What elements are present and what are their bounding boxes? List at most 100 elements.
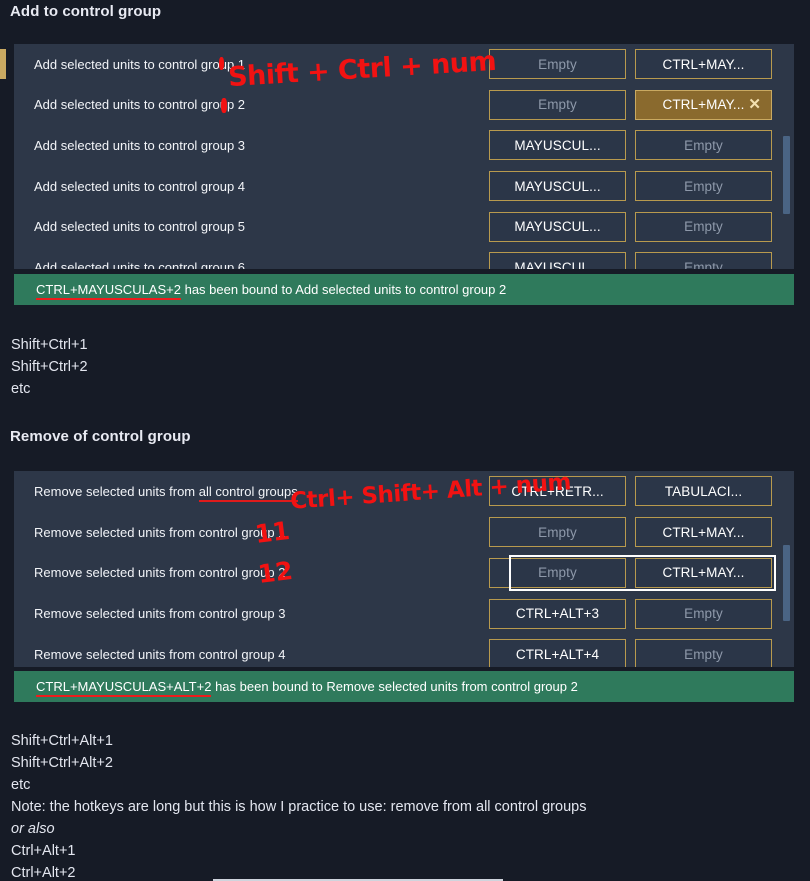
add-control-group-panel[interactable]: Add selected units to control group 1 Emp… [14,44,794,269]
add-row-2-label: Add selected units to control group 3 [34,137,246,153]
add-row-5-binding-button-0[interactable]: MAYUSCUL... [489,252,626,269]
hotkey-button-group: Empty CTRL+MAY... ✕ [489,89,772,120]
remove-row-4-binding-button-0[interactable]: CTRL+ALT+4 [489,639,626,667]
hotkey-row: Add selected units to control group 2 Emp… [14,85,794,126]
add-row-0-label: Add selected units to control group 1 [34,56,246,72]
hotkey-button-group: Empty CTRL+MAY... [489,557,772,588]
add-row-3-binding-button-0[interactable]: MAYUSCUL... [489,171,626,202]
hotkey-button-group: MAYUSCUL... Empty [489,130,772,161]
binding-button-label: CTRL+RETR... [511,483,604,499]
remove-note-line-4: or also [11,821,55,837]
remove-row-0-binding-button-1[interactable]: TABULACI... [635,476,772,507]
remove-panel-scrollbar[interactable] [783,471,790,667]
binding-button-label: Empty [538,97,577,113]
remove-control-group-panel[interactable]: Remove selected units from all control g… [14,471,794,667]
add-row-3-binding-button-1[interactable]: Empty [635,171,772,202]
hotkey-row: Remove selected units from all control g… [14,471,794,512]
binding-button-label: Empty [538,565,577,581]
add-row-1-label: Add selected units to control group 2 [34,97,246,113]
binding-button-label: Empty [684,219,723,235]
add-row-0-binding-button-1[interactable]: CTRL+MAY... [635,49,772,80]
remove-row-1-binding-button-1[interactable]: CTRL+MAY... [635,517,772,548]
binding-button-label: CTRL+ALT+4 [515,646,600,662]
remove-row-0-label: Remove selected units from all control g… [34,483,298,502]
remove-row-3-binding-button-0[interactable]: CTRL+ALT+3 [489,598,626,629]
hotkey-button-group: CTRL+RETR... TABULACI... [489,476,772,507]
binding-button-label: CTRL+ALT+3 [515,606,600,622]
remove-note-line-2: etc [11,777,31,793]
add-note-line-0: Shift+Ctrl+1 [11,337,88,353]
binding-button-label: Empty [684,178,723,194]
add-note-line-2: etc [11,381,31,397]
remove-row-3-binding-button-1[interactable]: Empty [635,598,772,629]
remove-note-line-1: Shift+Ctrl+Alt+2 [11,755,113,771]
binding-button-label: MAYUSCUL... [514,178,601,194]
hotkey-button-group: CTRL+ALT+4 Empty [489,639,772,667]
remove-row-1-label: Remove selected units from control group… [34,524,286,540]
hotkey-button-group: CTRL+ALT+3 Empty [489,598,772,629]
page-title-add: Add to control group [10,3,162,20]
remove-note-line-3: Note: the hotkeys are long but this is h… [11,799,587,815]
hotkey-row: Add selected units to control group 3 MAY… [14,125,794,166]
remove-row-1-binding-button-0[interactable]: Empty [489,517,626,548]
page-title-remove: Remove of control group [10,428,191,445]
add-row-5-binding-button-1[interactable]: Empty [635,252,772,269]
add-row-2-binding-button-0[interactable]: MAYUSCUL... [489,130,626,161]
add-row-2-binding-button-1[interactable]: Empty [635,130,772,161]
add-panel-scroll-thumb[interactable] [783,136,790,214]
binding-button-label: CTRL+MAY... [662,56,745,72]
binding-button-label: Empty [684,646,723,662]
remove-toast-text: CTRL+MAYUSCULAS+ALT+2 has been bound to … [36,679,578,697]
hotkey-row: Remove selected units from control group… [14,593,794,634]
remove-toast-message: has been bound to Remove selected units … [211,679,578,694]
remove-row-2-label: Remove selected units from control group… [34,565,286,581]
remove-row-4-label: Remove selected units from control group… [34,646,286,662]
binding-button-label: CTRL+MAY... [662,565,745,581]
add-row-5-label: Add selected units to control group 6 [34,259,246,269]
hotkey-button-group: Empty CTRL+MAY... [489,517,772,548]
hotkey-button-group: Empty CTRL+MAY... [489,49,772,80]
remove-row-4-binding-button-1[interactable]: Empty [635,639,772,667]
remove-row-2-binding-button-1[interactable]: CTRL+MAY... [635,557,772,588]
binding-button-label: Empty [684,259,723,269]
add-note-line-1: Shift+Ctrl+2 [11,359,88,375]
hotkey-row: Add selected units to control group 1 Emp… [14,44,794,85]
hotkey-button-group: MAYUSCUL... Empty [489,211,772,242]
add-row-3-label: Add selected units to control group 4 [34,178,246,194]
add-toast-text: CTRL+MAYUSCULAS+2 has been bound to Add … [36,282,507,300]
add-row-1-binding-button-0[interactable]: Empty [489,89,626,120]
add-row-4-label: Add selected units to control group 5 [34,219,246,235]
hotkey-row: Add selected units to control group 5 MAY… [14,206,794,247]
binding-button-label: Empty [684,137,723,153]
add-row-1-binding-button-1[interactable]: CTRL+MAY... ✕ [635,89,772,120]
remove-toast-hotkey: CTRL+MAYUSCULAS+ALT+2 [36,679,212,697]
binding-button-label: CTRL+MAY... [662,97,745,113]
binding-button-label: MAYUSCUL... [514,137,601,153]
binding-button-label: TABULACI... [664,483,743,499]
add-binding-toast: CTRL+MAYUSCULAS+2 has been bound to Add … [14,274,794,305]
remove-panel-scroll-thumb[interactable] [783,545,790,621]
hotkey-button-group: MAYUSCUL... Empty [489,171,772,202]
binding-button-label: MAYUSCUL... [514,219,601,235]
binding-button-label: MAYUSCUL... [514,259,601,269]
hotkey-row: Add selected units to control group 4 MAY… [14,166,794,207]
add-panel-scrollbar[interactable] [783,44,790,269]
binding-button-label: Empty [538,524,577,540]
add-row-4-binding-button-1[interactable]: Empty [635,211,772,242]
clear-binding-icon[interactable]: ✕ [748,97,761,112]
edge-fragment [0,49,6,79]
remove-row-2-binding-button-0[interactable]: Empty [489,557,626,588]
remove-note-line-6: Ctrl+Alt+2 [11,865,76,881]
remove-row-0-binding-button-0[interactable]: CTRL+RETR... [489,476,626,507]
add-toast-hotkey: CTRL+MAYUSCULAS+2 [36,282,181,300]
remove-note-line-5: Ctrl+Alt+1 [11,843,76,859]
add-row-4-binding-button-0[interactable]: MAYUSCUL... [489,211,626,242]
hotkey-row: Remove selected units from control group… [14,512,794,553]
remove-note-line-0: Shift+Ctrl+Alt+1 [11,733,113,749]
binding-button-label: Empty [538,56,577,72]
binding-button-label: CTRL+MAY... [662,524,745,540]
remove-binding-toast: CTRL+MAYUSCULAS+ALT+2 has been bound to … [14,671,794,702]
add-row-0-binding-button-0[interactable]: Empty [489,49,626,80]
binding-button-label: Empty [684,606,723,622]
add-toast-message: has been bound to Add selected units to … [180,282,507,297]
